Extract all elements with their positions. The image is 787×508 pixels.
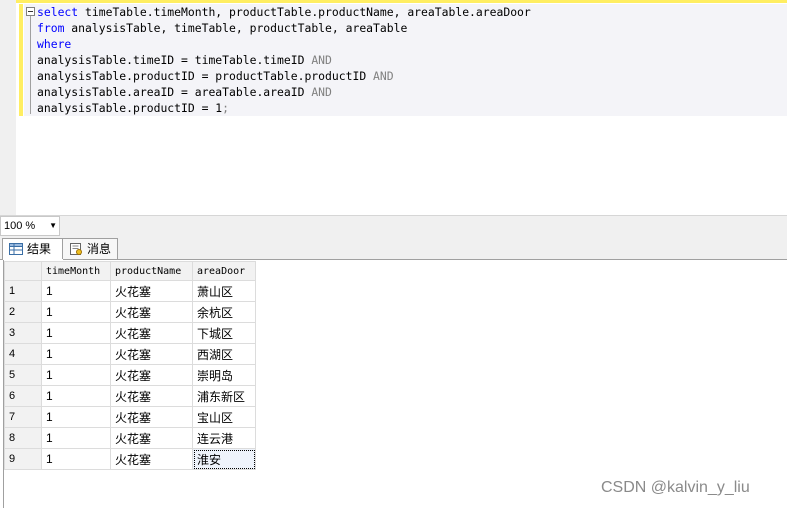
code-token: AND [373,69,394,83]
table-row[interactable]: 8 1 火花塞 连云港 [4,427,256,449]
tab-results-label: 结果 [27,242,52,256]
watermark: CSDN @kalvin_y_liu [601,479,750,496]
chevron-down-icon[interactable]: ▼ [49,217,57,235]
table-row[interactable]: 7 1 火花塞 宝山区 [4,406,256,428]
grid-cell[interactable]: 1 [41,301,111,323]
code-token: AND [311,85,332,99]
table-row[interactable]: 1 1 火花塞 萧山区 [4,280,256,302]
grid-cell[interactable]: 火花塞 [110,385,193,407]
grid-cell[interactable]: 1 [41,427,111,449]
grid-cell[interactable]: 火花塞 [110,364,193,386]
row-number[interactable]: 3 [4,322,42,344]
code-token: AND [311,53,332,67]
collapse-toggle-icon[interactable] [26,7,35,16]
code-token: analysisTable.areaID = areaTable.areaID [37,85,312,99]
grid-cell[interactable]: 余杭区 [192,301,256,323]
code-token: analysisTable.timeID = timeTable.timeID [37,53,312,67]
sql-editor[interactable]: select timeTable.timeMonth, productTable… [0,0,787,215]
table-row[interactable]: 2 1 火花塞 余杭区 [4,301,256,323]
table-row[interactable]: 3 1 火花塞 下城区 [4,322,256,344]
grid-cell[interactable]: 1 [41,364,111,386]
grid-cell[interactable]: 浦东新区 [192,385,256,407]
row-number-header[interactable] [4,261,42,281]
row-number[interactable]: 1 [4,280,42,302]
code-token: select [37,5,79,19]
grid-cell[interactable]: 崇明岛 [192,364,256,386]
column-header[interactable]: timeMonth [41,261,111,281]
code-line[interactable]: analysisTable.productID = 1; [37,100,531,116]
editor-gutter [0,0,16,215]
code-token: analysisTable, timeTable, productTable, … [64,21,408,35]
grid-cell[interactable]: 淮安 [192,448,256,470]
grid-cell[interactable]: 西湖区 [192,343,256,365]
code-line[interactable]: select timeTable.timeMonth, productTable… [37,4,531,20]
row-number[interactable]: 7 [4,406,42,428]
code-line[interactable]: from analysisTable, timeTable, productTa… [37,20,531,36]
code-token: ; [222,101,230,115]
grid-cell[interactable]: 1 [41,322,111,344]
grid-cell[interactable]: 火花塞 [110,280,193,302]
grid-header-row: timeMonth productName areaDoor [4,261,256,281]
grid-cell[interactable]: 萧山区 [192,280,256,302]
grid-cell[interactable]: 火花塞 [110,301,193,323]
row-number[interactable]: 4 [4,343,42,365]
code-line[interactable]: analysisTable.timeID = timeTable.timeID … [37,52,531,68]
tab-messages-label: 消息 [87,242,112,256]
code-token: analysisTable.productID = 1 [37,101,223,115]
grid-cell[interactable]: 1 [41,406,111,428]
grid-cell[interactable]: 火花塞 [110,343,193,365]
grid-cell[interactable]: 宝山区 [192,406,256,428]
row-number[interactable]: 5 [4,364,42,386]
grid-cell[interactable]: 1 [41,280,111,302]
grid-cell[interactable]: 下城区 [192,322,256,344]
grid-cell[interactable]: 火花塞 [110,448,193,470]
message-icon [70,243,82,255]
tab-results[interactable]: 结果 [2,238,64,261]
grid-cell[interactable]: 连云港 [192,427,256,449]
table-row[interactable]: 6 1 火花塞 浦东新区 [4,385,256,407]
zoom-select[interactable]: 100 % ▼ [0,216,60,236]
change-tracking-bar [19,4,23,116]
grid-cell[interactable]: 火花塞 [110,322,193,344]
code-token: where [37,37,72,51]
grid-cell[interactable]: 火花塞 [110,406,193,428]
code-line[interactable]: analysisTable.productID = productTable.p… [37,68,531,84]
row-number[interactable]: 8 [4,427,42,449]
code-token: from [37,21,65,35]
zoom-value: 100 % [4,220,36,232]
zoom-bar: 100 % ▼ [0,215,787,236]
table-row[interactable]: 5 1 火花塞 崇明岛 [4,364,256,386]
table-row[interactable]: 9 1 火花塞 淮安 [4,448,256,470]
grid-cell[interactable]: 火花塞 [110,427,193,449]
table-row[interactable]: 4 1 火花塞 西湖区 [4,343,256,365]
editor-top-highlight [0,0,787,3]
row-number[interactable]: 9 [4,448,42,470]
row-number[interactable]: 2 [4,301,42,323]
code-token: analysisTable.productID = productTable.p… [37,69,374,83]
code-line[interactable]: analysisTable.areaID = areaTable.areaID … [37,84,531,100]
column-header[interactable]: areaDoor [192,261,256,281]
results-tabstrip: 结果 消息 [0,236,787,261]
code-line[interactable]: where [37,36,531,52]
column-header[interactable]: productName [110,261,193,281]
sql-code[interactable]: select timeTable.timeMonth, productTable… [37,4,531,116]
code-token: timeTable.timeMonth, productTable.produc… [78,5,531,19]
grid-cell[interactable]: 1 [41,448,111,470]
row-number[interactable]: 6 [4,385,42,407]
results-pane: timeMonth productName areaDoor 1 1 火花塞 萧山区 2… [0,260,787,508]
grid-icon [9,243,23,255]
results-grid[interactable]: timeMonth productName areaDoor 1 1 火花塞 萧山区 2… [4,261,256,470]
grid-cell[interactable]: 1 [41,343,111,365]
tab-messages[interactable]: 消息 [62,238,118,259]
outline-guide [30,16,31,114]
grid-cell[interactable]: 1 [41,385,111,407]
